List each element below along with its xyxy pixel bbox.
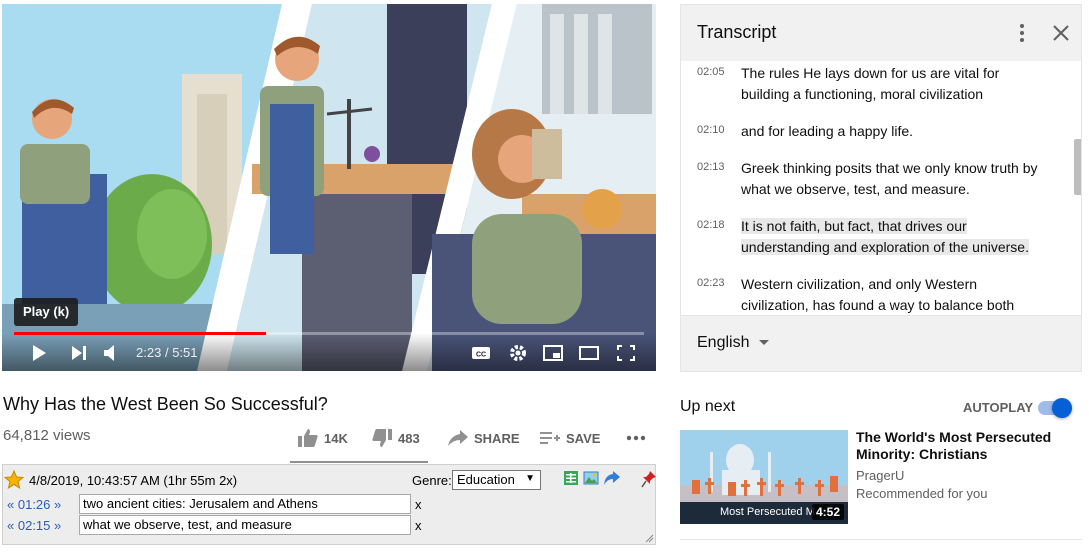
share-arrow-icon [448,430,468,446]
remove-note-button[interactable]: x [415,518,422,533]
note-timestamp-link[interactable]: « 02:15 » [7,518,61,533]
player-controls: 2:23 / 5:51 CC [2,333,656,371]
more-vertical-icon[interactable] [1014,23,1030,43]
note-row: « 01:26 » two ancient cities: Jerusalem … [3,494,443,514]
add-to-playlist-icon [540,432,560,444]
extension-toolbar [563,470,621,486]
dislike-count: 483 [398,430,420,446]
save-label: SAVE [566,430,601,446]
cue-text: The rules He lays down for us are vital … [741,65,1000,102]
star-icon[interactable] [4,470,24,490]
like-ratio-bar [290,461,428,463]
language-select[interactable]: English [697,334,770,352]
toggle-knob [1052,398,1072,418]
up-next-thumbnail[interactable]: Most Persecuted M 4:52 [680,430,848,524]
notes-extension-panel: 4/8/2019, 10:43:57 AM (1hr 55m 2x) Genre… [2,464,656,545]
time-display: 2:23 / 5:51 [136,345,198,360]
video-frame [2,4,656,371]
like-button[interactable]: 14K [298,428,348,448]
subtitles-icon[interactable]: CC [470,343,492,363]
thumbs-down-icon [372,429,392,447]
cue-text: Greek thinking posits that we only know … [741,160,1038,197]
autoplay-label: AUTOPLAY [963,400,1034,415]
close-icon[interactable] [1052,24,1070,42]
thumbnail-caption: Most Persecuted M [720,506,815,518]
transcript-header: Transcript [681,5,1081,61]
view-count: 64,812 views [3,427,91,444]
more-actions-icon[interactable] [626,435,646,441]
thumbs-up-icon [298,429,318,447]
rewind-icon: « [7,497,15,512]
caret-down-icon [759,340,770,345]
cue-timestamp: 02:13 [697,161,725,173]
cue-timestamp: 02:23 [697,277,725,289]
resize-handle-icon[interactable] [644,533,654,543]
cue-text: and for leading a happy life. [741,123,914,139]
note-text-field[interactable]: what we observe, test, and measure [79,515,411,535]
note-timestamp-link[interactable]: « 01:26 » [7,497,61,512]
video-actions: 14K 483 SHARE SAVE [296,428,656,448]
rewind-icon: « [7,518,15,533]
total-time: 5:51 [172,345,198,360]
forward-icon: » [54,518,62,533]
watch-timestamp: 4/8/2019, 10:43:57 AM (1hr 55m 2x) [29,473,238,488]
image-icon[interactable] [583,470,599,486]
transcript-scrollbar[interactable] [1074,139,1081,195]
recommendation-reason: Recommended for you [856,486,988,501]
up-next-heading: Up next [680,398,736,415]
save-button[interactable]: SAVE [540,428,600,448]
miniplayer-icon[interactable] [542,343,564,363]
spreadsheet-icon[interactable] [563,470,579,486]
remove-note-button[interactable]: x [415,497,422,512]
cue-timestamp: 02:10 [697,124,725,136]
current-time: 2:23 [136,345,162,360]
channel-name[interactable]: PragerU [856,468,904,483]
divider [680,539,1082,540]
note-row: « 02:15 » what we observe, test, and mea… [3,515,443,535]
cue-highlight: It is not faith, but fact, that drives o… [741,218,1029,255]
play-icon[interactable] [28,343,50,363]
svg-text:CC: CC [476,352,486,359]
pin-icon[interactable] [641,470,657,488]
language-label: English [697,334,750,351]
transcript-title: Transcript [697,22,777,42]
genre-value: Education [457,472,515,487]
transcript-footer: English [681,315,1081,371]
forward-icon: » [54,497,62,512]
genre-label: Genre: [412,473,452,488]
cue-text: It is not faith, but fact, that drives o… [741,216,1041,258]
note-time: 01:26 [17,497,51,512]
dislike-button[interactable]: 483 [372,428,420,448]
like-count: 14K [324,430,348,446]
share-label: SHARE [474,430,520,446]
recommended-video-title[interactable]: The World's Most Persecuted Minority: Ch… [856,429,1056,463]
genre-select[interactable]: Education ▼ [452,470,541,490]
autoplay-toggle[interactable] [1038,397,1074,418]
transcript-body: 02:05 The rules He lays down for us are … [681,61,1081,317]
cue-timestamp: 02:05 [697,66,725,78]
video-player[interactable]: Play (k) 2:23 / 5:51 CC [2,4,656,371]
dropdown-arrow-icon: ▼ [525,473,535,484]
transcript-panel: Transcript 02:05 The rules He lays down … [680,4,1082,372]
next-icon[interactable] [68,343,90,363]
theater-mode-icon[interactable] [578,343,600,363]
share-button[interactable]: SHARE [448,428,520,448]
volume-icon[interactable] [102,343,124,363]
note-text-field[interactable]: two ancient cities: Jerusalem and Athens [79,494,411,514]
note-time: 02:15 [17,518,51,533]
play-tooltip: Play (k) [14,298,79,326]
cue-timestamp: 02:18 [697,219,725,231]
fullscreen-icon[interactable] [615,343,637,363]
settings-gear-icon[interactable] [507,343,529,363]
share-arrow-icon[interactable] [603,470,621,486]
cue-text: Western civilization, and only Western c… [741,276,1015,313]
time-separator: / [164,345,169,360]
video-title: Why Has the West Been So Successful? [3,394,328,414]
duration-badge: 4:52 [811,504,844,520]
